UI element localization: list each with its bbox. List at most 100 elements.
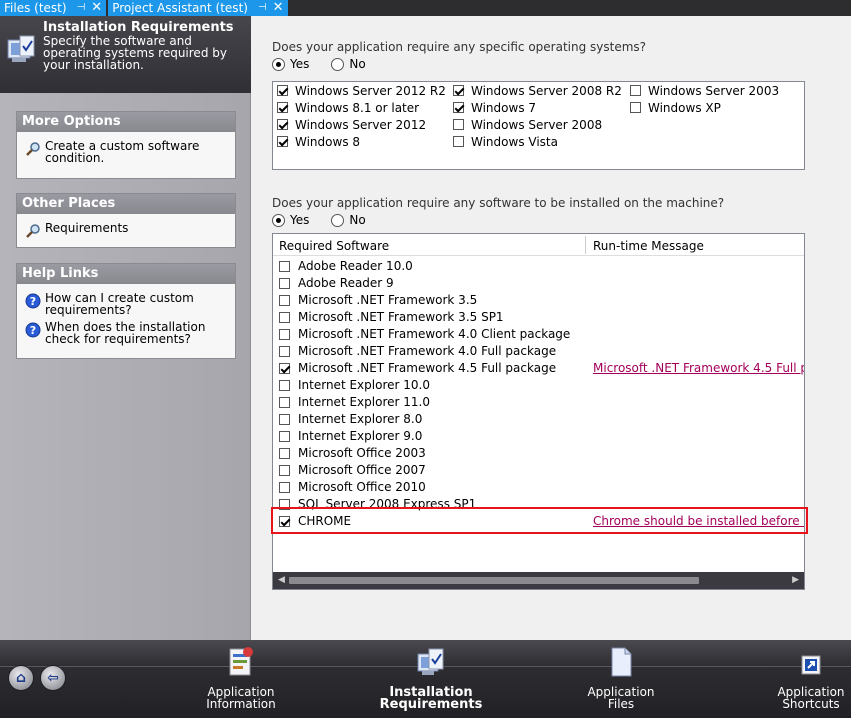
os-yes-radio[interactable]: Yes	[272, 57, 309, 71]
software-row[interactable]: Adobe Reader 9	[273, 275, 804, 292]
os-option[interactable]: Windows Server 2008	[453, 116, 622, 133]
checkbox-unchecked-icon[interactable]	[279, 499, 290, 510]
os-option-label: Windows XP	[648, 100, 721, 115]
software-row[interactable]: SQL Server 2008 Express SP1	[273, 496, 804, 513]
scroll-left-icon[interactable]: ◀	[278, 575, 285, 585]
software-row[interactable]: Microsoft Office 2010	[273, 479, 804, 496]
checkbox-checked-icon[interactable]	[277, 102, 288, 113]
software-row[interactable]: Microsoft .NET Framework 4.0 Client pack…	[273, 326, 804, 343]
scrollbar-thumb[interactable]	[289, 577, 699, 584]
nav-installation-requirements[interactable]: Installation Requirements	[376, 646, 486, 711]
requirements-link[interactable]: Requirements	[17, 222, 235, 238]
checkbox-checked-icon[interactable]	[453, 85, 464, 96]
software-yes-radio[interactable]: Yes	[272, 213, 309, 227]
software-name: Microsoft .NET Framework 4.0 Client pack…	[298, 327, 571, 341]
horizontal-scrollbar[interactable]: ◀ ▶	[273, 572, 804, 589]
home-button[interactable]: ⌂	[8, 665, 34, 691]
checkbox-checked-icon[interactable]	[277, 85, 288, 96]
close-icon[interactable]: ✕	[273, 0, 284, 16]
os-option[interactable]: Windows 7	[453, 99, 622, 116]
column-header-runtime-message[interactable]: Run-time Message	[593, 239, 704, 253]
back-button[interactable]: ⇦	[40, 665, 66, 691]
os-no-radio[interactable]: No	[331, 57, 366, 71]
software-row[interactable]: Internet Explorer 8.0	[273, 411, 804, 428]
software-row[interactable]: Microsoft Office 2003	[273, 445, 804, 462]
os-option[interactable]: Windows Server 2003	[630, 82, 779, 99]
os-option[interactable]: Windows Vista	[453, 133, 622, 150]
nav-application-information[interactable]: Application Information	[196, 646, 286, 710]
checkbox-unchecked-icon[interactable]	[279, 465, 290, 476]
software-no-radio[interactable]: No	[331, 213, 366, 227]
tab-project-assistant[interactable]: Project Assistant (test) ⊣ ✕	[108, 0, 288, 16]
runtime-message-link[interactable]: Chrome should be installed before ins	[593, 514, 804, 528]
checkbox-unchecked-icon[interactable]	[279, 431, 290, 442]
os-option[interactable]: Windows Server 2012 R2	[277, 82, 446, 99]
software-name: CHROME	[298, 514, 352, 528]
os-question: Does your application require any specif…	[272, 40, 647, 54]
checkbox-unchecked-icon[interactable]	[279, 414, 290, 425]
pin-icon[interactable]: ⊣	[258, 0, 267, 16]
checkbox-unchecked-icon[interactable]	[279, 482, 290, 493]
software-row[interactable]: Microsoft .NET Framework 3.5	[273, 292, 804, 309]
close-icon[interactable]: ✕	[91, 0, 102, 16]
radio-selected-icon[interactable]	[272, 57, 285, 71]
tab-project-assistant-label: Project Assistant (test)	[112, 1, 248, 15]
checkbox-unchecked-icon[interactable]	[630, 85, 641, 96]
other-places-group: Other Places Requirements	[16, 193, 236, 248]
checkbox-unchecked-icon[interactable]	[453, 119, 464, 130]
scroll-right-icon[interactable]: ▶	[792, 575, 799, 585]
checkbox-checked-icon[interactable]	[453, 102, 464, 113]
software-row[interactable]: Internet Explorer 10.0	[273, 377, 804, 394]
column-header-required-software[interactable]: Required Software	[279, 239, 389, 253]
checkbox-unchecked-icon[interactable]	[279, 346, 290, 357]
pin-icon[interactable]: ⊣	[77, 0, 86, 16]
software-row[interactable]: CHROME Chrome should be installed before …	[273, 513, 804, 530]
checkbox-checked-icon[interactable]	[279, 363, 290, 374]
checkbox-unchecked-icon[interactable]	[279, 329, 290, 340]
checkbox-unchecked-icon[interactable]	[279, 380, 290, 391]
os-option[interactable]: Windows 8	[277, 133, 446, 150]
software-row[interactable]: Microsoft .NET Framework 4.0 Full packag…	[273, 343, 804, 360]
software-row[interactable]: Internet Explorer 11.0	[273, 394, 804, 411]
radio-selected-icon[interactable]	[272, 213, 285, 227]
software-name: Microsoft Office 2010	[298, 480, 426, 494]
tab-files[interactable]: Files (test) ⊣ ✕	[0, 0, 107, 16]
checkbox-unchecked-icon[interactable]	[453, 136, 464, 147]
checkbox-unchecked-icon[interactable]	[630, 102, 641, 113]
column-divider[interactable]	[585, 236, 586, 254]
os-column-1: Windows Server 2012 R2 Windows 8.1 or lat…	[277, 82, 446, 150]
software-row[interactable]: Microsoft .NET Framework 4.5 Full packag…	[273, 360, 804, 377]
checkbox-unchecked-icon[interactable]	[279, 312, 290, 323]
required-software-list: Required Software Run-time Message Adobe…	[272, 233, 805, 590]
os-option[interactable]: Windows XP	[630, 99, 779, 116]
nav-application-files[interactable]: Application Files	[576, 646, 666, 710]
os-option-label: Windows Server 2008	[471, 117, 603, 132]
software-question: Does your application require any softwa…	[272, 196, 725, 210]
os-option[interactable]: Windows 8.1 or later	[277, 99, 446, 116]
magnifier-icon	[26, 224, 40, 238]
software-row[interactable]: Internet Explorer 9.0	[273, 428, 804, 445]
software-row[interactable]: Adobe Reader 10.0	[273, 258, 804, 275]
checkbox-unchecked-icon[interactable]	[279, 295, 290, 306]
file-icon	[611, 647, 632, 677]
checkbox-unchecked-icon[interactable]	[279, 397, 290, 408]
magnifier-icon	[26, 142, 40, 156]
checkbox-checked-icon[interactable]	[277, 119, 288, 130]
software-name: Microsoft .NET Framework 3.5 SP1	[298, 310, 504, 324]
os-option[interactable]: Windows Server 2008 R2	[453, 82, 622, 99]
checkbox-checked-icon[interactable]	[277, 136, 288, 147]
radio-unselected-icon[interactable]	[331, 57, 345, 71]
nav-application-shortcuts[interactable]: Application Shortcuts	[766, 646, 851, 710]
checkbox-checked-icon[interactable]	[279, 516, 290, 527]
software-row[interactable]: Microsoft .NET Framework 3.5 SP1	[273, 309, 804, 326]
checkbox-unchecked-icon[interactable]	[279, 448, 290, 459]
create-custom-condition-link[interactable]: Create a custom software condition.	[17, 140, 235, 164]
runtime-message-link[interactable]: Microsoft .NET Framework 4.5 Full pa	[593, 361, 804, 375]
help-link-installation-check[interactable]: ? When does the installation check for r…	[17, 321, 235, 345]
os-option[interactable]: Windows Server 2012	[277, 116, 446, 133]
checkbox-unchecked-icon[interactable]	[279, 261, 290, 272]
software-row[interactable]: Microsoft Office 2007	[273, 462, 804, 479]
help-link-custom-requirements[interactable]: ? How can I create custom requirements?	[17, 292, 235, 316]
radio-unselected-icon[interactable]	[331, 213, 345, 227]
checkbox-unchecked-icon[interactable]	[279, 278, 290, 289]
